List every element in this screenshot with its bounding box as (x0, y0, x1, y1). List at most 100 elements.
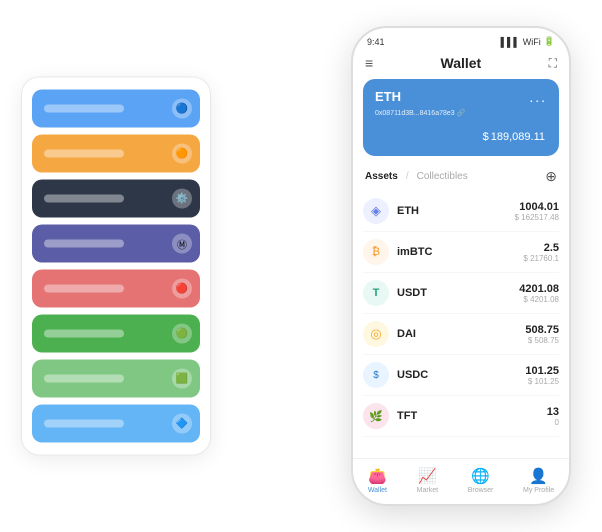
card-icon-4: Ⓜ (172, 234, 192, 254)
usdc-name: USDC (397, 369, 525, 381)
eth-icon: ◈ (363, 198, 389, 224)
wallet-nav-label: Wallet (368, 487, 387, 494)
tft-usd: 0 (547, 418, 559, 427)
asset-row-imbtc[interactable]: ₿ imBTC 2.5 $ 21760.1 (363, 232, 559, 273)
usdc-amount: 101.25 (525, 365, 559, 377)
tft-icon: 🌿 (363, 403, 389, 429)
card-icon-8: 🔷 (172, 414, 192, 434)
usdt-amount: 4201.08 (519, 283, 559, 295)
bottom-nav: 👛 Wallet 📈 Market 🌐 Browser 👤 My Profile (353, 458, 569, 504)
dai-icon: ◎ (363, 321, 389, 347)
status-icons: ▌▌▌ WiFi 🔋 (501, 36, 555, 47)
usdt-values: 4201.08 $ 4201.08 (519, 283, 559, 304)
profile-nav-icon: 👤 (529, 467, 548, 485)
tft-amount: 13 (547, 406, 559, 418)
asset-row-usdt[interactable]: T USDT 4201.08 $ 4201.08 (363, 273, 559, 314)
card-label-6 (44, 330, 124, 338)
eth-usd: $ 162517.48 (515, 213, 560, 222)
imbtc-icon: ₿ (363, 239, 389, 265)
card-label-4 (44, 240, 124, 248)
battery-icon: 🔋 (544, 36, 555, 47)
profile-nav-label: My Profile (523, 487, 554, 494)
usdc-icon: $ (363, 362, 389, 388)
imbtc-name: imBTC (397, 246, 523, 258)
eth-card-title: ETH (375, 89, 401, 104)
currency-symbol: $ (483, 131, 489, 143)
card-icon-5: 🔴 (172, 279, 192, 299)
card-label-5 (44, 285, 124, 293)
browser-nav-label: Browser (468, 487, 494, 494)
dai-usd: $ 508.75 (525, 336, 559, 345)
card-label-7 (44, 375, 124, 383)
assets-tabs: Assets / Collectibles (365, 171, 468, 182)
eth-card-menu[interactable]: ... (529, 89, 547, 105)
card-item-1[interactable]: 🔵 (32, 90, 200, 128)
tft-name: TFT (397, 410, 547, 422)
card-item-4[interactable]: Ⓜ (32, 225, 200, 263)
card-label-1 (44, 105, 124, 113)
nav-wallet[interactable]: 👛 Wallet (368, 467, 387, 494)
card-item-7[interactable]: 🟩 (32, 360, 200, 398)
card-item-5[interactable]: 🔴 (32, 270, 200, 308)
scene: 🔵 🟠 ⚙️ Ⓜ 🔴 🟢 🟩 🔷 (21, 16, 581, 516)
card-icon-3: ⚙️ (172, 189, 192, 209)
card-item-8[interactable]: 🔷 (32, 405, 200, 443)
card-item-2[interactable]: 🟠 (32, 135, 200, 173)
wallet-title: Wallet (441, 55, 482, 71)
usdc-usd: $ 101.25 (525, 377, 559, 386)
card-icon-6: 🟢 (172, 324, 192, 344)
add-asset-button[interactable]: ⊕ (545, 168, 557, 185)
market-nav-label: Market (417, 487, 438, 494)
nav-profile[interactable]: 👤 My Profile (523, 467, 554, 494)
usdt-icon: T (363, 280, 389, 306)
asset-list: ◈ ETH 1004.01 $ 162517.48 ₿ imBTC 2.5 $ … (353, 191, 569, 458)
dai-amount: 508.75 (525, 324, 559, 336)
time-display: 9:41 (367, 37, 385, 47)
market-nav-icon: 📈 (418, 467, 437, 485)
tab-collectibles[interactable]: Collectibles (417, 171, 468, 182)
nav-browser[interactable]: 🌐 Browser (468, 467, 494, 494)
balance-value: 189,089.11 (491, 131, 545, 143)
browser-nav-icon: 🌐 (471, 467, 490, 485)
phone-mockup: 9:41 ▌▌▌ WiFi 🔋 ≡ Wallet ⛶ ETH ... 0x087… (351, 26, 571, 506)
card-label-3 (44, 195, 124, 203)
card-label-2 (44, 150, 124, 158)
asset-row-tft[interactable]: 🌿 TFT 13 0 (363, 396, 559, 437)
card-item-6[interactable]: 🟢 (32, 315, 200, 353)
eth-card-header: ETH ... (375, 89, 547, 105)
usdt-usd: $ 4201.08 (519, 295, 559, 304)
status-bar: 9:41 ▌▌▌ WiFi 🔋 (353, 28, 569, 51)
eth-card-address: 0x08711d3B...8416a78e3 🔗 (375, 109, 547, 117)
wallet-nav-icon: 👛 (368, 467, 387, 485)
asset-row-eth[interactable]: ◈ ETH 1004.01 $ 162517.48 (363, 191, 559, 232)
dai-name: DAI (397, 328, 525, 340)
imbtc-amount: 2.5 (523, 242, 559, 254)
menu-icon[interactable]: ≡ (365, 55, 373, 71)
imbtc-usd: $ 21760.1 (523, 254, 559, 263)
expand-icon[interactable]: ⛶ (549, 56, 557, 71)
phone-header: ≡ Wallet ⛶ (353, 51, 569, 79)
card-icon-7: 🟩 (172, 369, 192, 389)
card-stack: 🔵 🟠 ⚙️ Ⓜ 🔴 🟢 🟩 🔷 (21, 77, 211, 456)
dai-values: 508.75 $ 508.75 (525, 324, 559, 345)
asset-row-usdc[interactable]: $ USDC 101.25 $ 101.25 (363, 355, 559, 396)
tft-values: 13 0 (547, 406, 559, 427)
card-item-3[interactable]: ⚙️ (32, 180, 200, 218)
asset-row-dai[interactable]: ◎ DAI 508.75 $ 508.75 (363, 314, 559, 355)
usdc-values: 101.25 $ 101.25 (525, 365, 559, 386)
eth-amount: 1004.01 (515, 201, 560, 213)
tab-assets[interactable]: Assets (365, 171, 398, 182)
phone-content: ETH ... 0x08711d3B...8416a78e3 🔗 $189,08… (353, 79, 569, 458)
card-icon-1: 🔵 (172, 99, 192, 119)
eth-name: ETH (397, 205, 515, 217)
wifi-icon: WiFi (523, 37, 541, 47)
card-icon-2: 🟠 (172, 144, 192, 164)
usdt-name: USDT (397, 287, 519, 299)
nav-market[interactable]: 📈 Market (417, 467, 438, 494)
tab-divider: / (406, 171, 409, 182)
eth-values: 1004.01 $ 162517.48 (515, 201, 560, 222)
card-label-8 (44, 420, 124, 428)
signal-icon: ▌▌▌ (501, 37, 520, 47)
eth-card[interactable]: ETH ... 0x08711d3B...8416a78e3 🔗 $189,08… (363, 79, 559, 156)
eth-card-balance: $189,089.11 (375, 123, 547, 146)
